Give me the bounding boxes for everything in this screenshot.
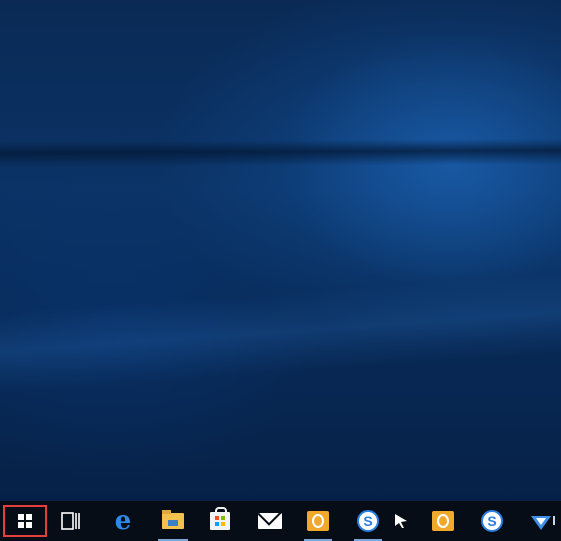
tray-app-button[interactable] — [524, 501, 561, 541]
start-button[interactable] — [3, 505, 47, 537]
windows-logo-icon — [18, 514, 32, 528]
sogou-2-button[interactable]: S — [476, 501, 508, 541]
file-explorer-button[interactable] — [154, 501, 192, 541]
outlook-icon — [307, 511, 329, 531]
pinned-app-button[interactable] — [392, 501, 410, 541]
mail-icon — [258, 513, 282, 529]
desktop: e S S — [0, 0, 561, 541]
sogou-icon: S — [481, 510, 503, 532]
sogou-icon: S — [357, 510, 379, 532]
taskbar: e S S — [0, 501, 561, 541]
outlook-icon — [432, 511, 454, 531]
edge-button[interactable]: e — [108, 501, 138, 541]
task-view-button[interactable] — [56, 501, 86, 541]
task-view-icon — [61, 512, 80, 530]
folder-icon — [162, 510, 184, 529]
wallpaper-band — [0, 138, 561, 168]
tray-app-icon — [530, 516, 555, 530]
sogou-button[interactable]: S — [350, 501, 386, 541]
mail-button[interactable] — [254, 501, 286, 541]
store-button[interactable] — [204, 501, 236, 541]
outlook-2-button[interactable] — [426, 501, 460, 541]
edge-icon: e — [114, 506, 132, 536]
store-icon — [210, 507, 230, 530]
outlook-button[interactable] — [300, 501, 336, 541]
arrow-app-icon — [395, 514, 407, 528]
